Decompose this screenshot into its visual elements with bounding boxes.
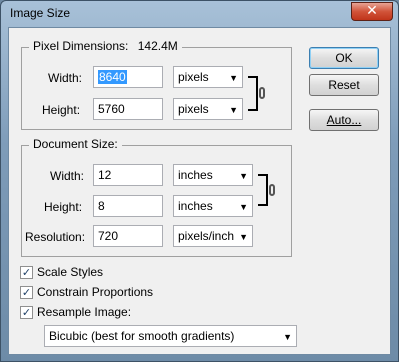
pixel-height-unit-select[interactable]: pixels ▼	[173, 98, 243, 120]
dialog-body: Pixel Dimensions: 142.4M Width: 8640 pix…	[8, 27, 391, 355]
resample-method-value: Bicubic (best for smooth gradients)	[49, 329, 235, 343]
resolution-value: 720	[98, 229, 119, 243]
pixel-height-unit: pixels	[178, 102, 209, 116]
pixel-height-value: 5760	[98, 102, 125, 116]
doc-height-input[interactable]: 8	[93, 195, 163, 217]
chevron-down-icon: ▼	[229, 73, 238, 83]
chevron-down-icon: ▼	[239, 202, 248, 212]
doc-height-label: Height:	[44, 200, 83, 214]
scale-styles-label[interactable]: Scale Styles	[37, 265, 103, 279]
auto-button-label: Auto...	[326, 113, 362, 127]
constrain-bracket	[258, 174, 268, 206]
pixel-dimensions-legend: Pixel Dimensions: 142.4M	[29, 39, 182, 53]
doc-height-value: 8	[98, 199, 105, 213]
reset-button[interactable]: Reset	[309, 74, 379, 96]
chevron-down-icon: ▼	[239, 171, 248, 181]
doc-height-unit: inches	[178, 199, 213, 213]
doc-width-value: 12	[98, 168, 112, 182]
chain-link-icon	[269, 184, 275, 196]
document-size-label: Document Size:	[33, 137, 118, 151]
doc-width-input[interactable]: 12	[93, 164, 163, 186]
pixel-dimensions-group: Pixel Dimensions: 142.4M Width: 8640 pix…	[21, 39, 292, 130]
chain-link-icon	[259, 87, 265, 99]
doc-height-unit-select[interactable]: inches ▼	[173, 195, 253, 217]
resample-image-checkbox[interactable]: ✓	[20, 306, 33, 319]
pixel-dimensions-label: Pixel Dimensions:	[33, 39, 129, 53]
document-size-legend: Document Size:	[29, 137, 122, 151]
constrain-bracket	[248, 76, 258, 111]
pixel-width-label: Width:	[48, 71, 83, 85]
document-size-group: Document Size: Width: 12 inches ▼ Height…	[21, 137, 292, 257]
pixel-width-unit-select[interactable]: pixels ▼	[173, 66, 243, 88]
title-bar[interactable]: Image Size ✕	[1, 1, 398, 26]
doc-width-unit-select[interactable]: inches ▼	[173, 164, 253, 186]
pixel-dimensions-size: 142.4M	[137, 39, 178, 53]
pixel-height-input[interactable]: 5760	[93, 98, 163, 120]
resolution-label: Resolution:	[25, 230, 86, 244]
doc-width-label: Width:	[50, 169, 85, 183]
constrain-proportions-label[interactable]: Constrain Proportions	[37, 285, 153, 299]
doc-width-unit: inches	[178, 168, 213, 182]
pixel-height-label: Height:	[42, 103, 81, 117]
resolution-unit: pixels/inch	[178, 229, 235, 243]
resolution-input[interactable]: 720	[93, 225, 163, 247]
pixel-width-input[interactable]: 8640	[93, 66, 163, 88]
chevron-down-icon: ▼	[239, 232, 248, 242]
chevron-down-icon: ▼	[229, 105, 238, 115]
resample-image-label[interactable]: Resample Image:	[37, 305, 131, 319]
resample-method-select[interactable]: Bicubic (best for smooth gradients) ▼	[44, 325, 297, 347]
window-title: Image Size	[10, 6, 71, 20]
constrain-proportions-checkbox[interactable]: ✓	[20, 286, 33, 299]
image-size-dialog: Image Size ✕ Pixel Dimensions: 142.4M Wi…	[0, 0, 399, 362]
close-button[interactable]: ✕	[351, 2, 393, 21]
pixel-width-value: 8640	[98, 70, 127, 84]
resolution-unit-select[interactable]: pixels/inch ▼	[173, 225, 253, 247]
auto-button[interactable]: Auto...	[309, 109, 379, 131]
ok-button[interactable]: OK	[309, 47, 379, 69]
chevron-down-icon: ▼	[283, 332, 292, 342]
pixel-width-unit: pixels	[178, 70, 209, 84]
scale-styles-checkbox[interactable]: ✓	[20, 266, 33, 279]
